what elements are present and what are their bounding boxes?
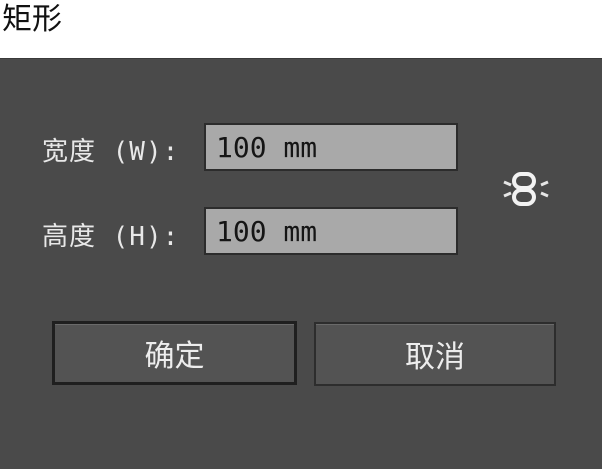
link-icon[interactable] <box>500 168 552 212</box>
window-titlebar: 矩形 <box>0 0 602 58</box>
window-title: 矩形 <box>2 2 62 37</box>
cancel-button[interactable]: 取消 <box>314 322 556 386</box>
height-input[interactable] <box>204 207 458 255</box>
width-label: 宽度 (W): <box>42 137 180 167</box>
rectangle-dialog: 宽度 (W): 高度 (H): 确定 取消 <box>0 58 602 469</box>
ok-button[interactable]: 确定 <box>52 321 297 385</box>
height-label: 高度 (H): <box>42 222 180 252</box>
width-input[interactable] <box>204 123 458 171</box>
